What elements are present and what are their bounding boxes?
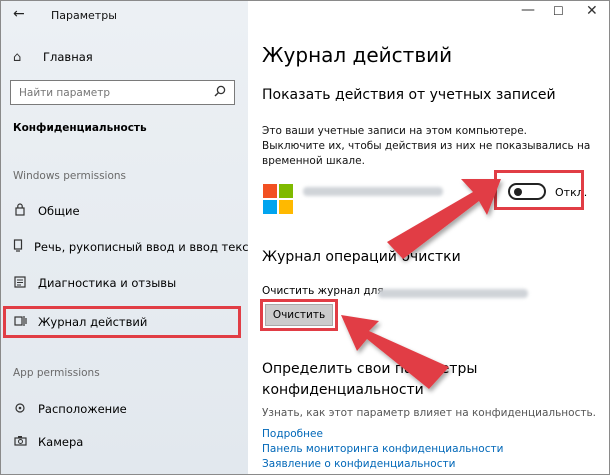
category-title: Конфиденциальность	[13, 122, 147, 134]
feedback-icon	[13, 275, 27, 291]
clear-account-redacted	[378, 289, 528, 298]
search-input[interactable]	[19, 84, 199, 101]
link-privacy-statement[interactable]: Заявление о конфиденциальности	[262, 458, 455, 470]
accounts-description: Это ваши учетные записи на этом компьюте…	[262, 125, 591, 167]
home-icon: ⌂	[13, 49, 22, 65]
maximize-icon[interactable]: ☐	[553, 4, 564, 18]
sidebar: ← Параметры ⌂ Главная Конфиденциальность…	[1, 1, 262, 474]
highlight-clear-button	[260, 299, 338, 331]
sidebar-item-camera[interactable]: Камера	[13, 431, 243, 453]
back-arrow-icon[interactable]: ←	[13, 6, 25, 22]
lock-icon	[13, 203, 27, 219]
title-bar: ← Параметры	[1, 1, 248, 31]
close-icon[interactable]: ✕	[586, 3, 598, 19]
sidebar-item-label: Общие	[38, 204, 80, 218]
privacy-section-title: Определить свои параметры	[262, 361, 478, 377]
privacy-info-text: Узнать, как этот параметр влияет на конф…	[262, 407, 596, 419]
clear-section-title: Журнал операций очистки	[262, 249, 461, 265]
sidebar-item-home[interactable]: ⌂ Главная	[13, 46, 93, 68]
main-content: — ☐ ✕ Журнал действий Показать действия …	[248, 1, 609, 474]
sidebar-item-label: Диагностика и отзывы	[38, 276, 177, 290]
sidebar-item-diagnostics[interactable]: Диагностика и отзывы	[13, 272, 243, 294]
sidebar-item-location[interactable]: Расположение	[13, 398, 243, 420]
privacy-section-title-line2: конфиденциальности	[262, 382, 424, 398]
group-label-app-permissions: App permissions	[13, 367, 100, 379]
minimize-icon[interactable]: —	[521, 2, 535, 18]
accounts-section-title: Показать действия от учетных записей	[262, 87, 556, 103]
highlight-toggle	[494, 170, 584, 210]
speech-icon	[13, 239, 23, 255]
sidebar-item-speech[interactable]: Речь, рукописный ввод и ввод текста	[13, 236, 262, 258]
sidebar-item-label: Главная	[43, 50, 93, 64]
page-title: Журнал действий	[262, 43, 453, 67]
sidebar-item-label: Камера	[38, 435, 84, 449]
sidebar-item-general[interactable]: Общие	[13, 200, 243, 222]
settings-window: ← Параметры ⌂ Главная Конфиденциальность…	[0, 0, 610, 475]
sidebar-item-label: Речь, рукописный ввод и ввод текста	[34, 240, 263, 254]
group-label-windows-permissions: Windows permissions	[13, 170, 127, 182]
microsoft-logo-icon	[263, 184, 293, 214]
search-icon[interactable]	[214, 85, 226, 97]
account-email-redacted	[303, 187, 443, 196]
link-privacy-dashboard[interactable]: Панель мониторинга конфиденциальности	[262, 443, 503, 455]
search-box[interactable]	[10, 80, 235, 105]
highlight-activity-history	[3, 306, 241, 338]
camera-icon	[13, 435, 27, 449]
window-title: Параметры	[51, 9, 117, 22]
link-learn-more[interactable]: Подробнее	[262, 428, 323, 440]
location-icon	[13, 402, 27, 417]
sidebar-item-label: Расположение	[38, 402, 127, 416]
clear-history-label: Очистить журнал для	[262, 285, 384, 297]
